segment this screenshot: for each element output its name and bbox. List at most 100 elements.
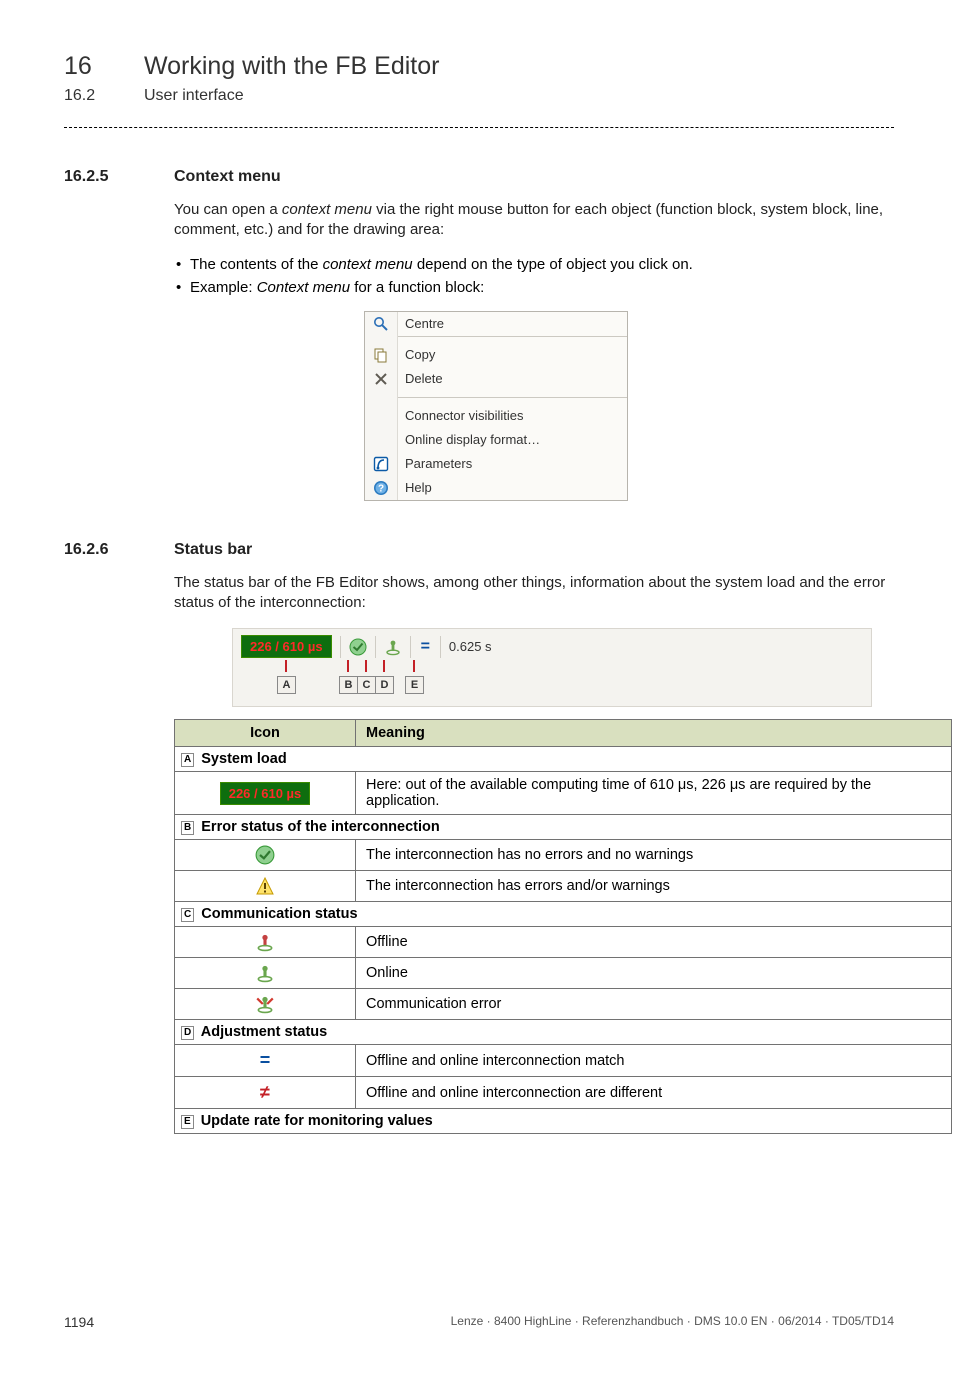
copy-icon xyxy=(365,347,397,363)
cell-notequals-icon: ≠ xyxy=(175,1077,356,1109)
delete-icon xyxy=(365,372,397,386)
section-title: User interface xyxy=(144,87,244,105)
text: The contents of the xyxy=(190,256,323,273)
label-A: A xyxy=(277,676,296,694)
context-menu-item-centre[interactable]: Centre xyxy=(365,312,627,336)
cell-load-meaning: Here: out of the available computing tim… xyxy=(356,772,952,815)
context-menu-label: Centre xyxy=(397,316,444,331)
page-footer: 1194 Lenze · 8400 HighLine · Referenzhan… xyxy=(64,1314,894,1330)
label-C: C xyxy=(357,676,376,694)
label-D: D xyxy=(375,676,394,694)
chapter-number: 16 xyxy=(64,52,106,81)
text: You can open a xyxy=(174,201,282,218)
section-heading: 16.2 User interface xyxy=(64,87,894,105)
group-key: D xyxy=(181,1026,194,1040)
group-comm-status: C Communication status xyxy=(175,902,952,927)
context-menu-item-delete[interactable]: Delete xyxy=(365,367,627,391)
footer-right: Lenze · 8400 HighLine · Referenzhandbuch… xyxy=(451,1314,894,1330)
text: depend on the type of object you click o… xyxy=(413,256,693,273)
separator xyxy=(410,636,411,658)
subsection-heading-status-bar: 16.2.6 Status bar xyxy=(64,541,894,559)
subsection-number: 16.2.5 xyxy=(64,168,136,186)
group-error-status: B Error status of the interconnection xyxy=(175,815,952,840)
context-menu-label: Delete xyxy=(397,371,443,386)
cell-equals-meaning: Offline and online interconnection match xyxy=(356,1045,952,1077)
subsection-title: Status bar xyxy=(174,541,252,559)
status-bar-intro: The status bar of the FB Editor shows, a… xyxy=(174,573,894,614)
context-menu-item-help[interactable]: ? Help xyxy=(365,476,627,500)
separator xyxy=(340,636,341,658)
text: for a function block: xyxy=(350,279,484,296)
text-em: context menu xyxy=(282,201,372,218)
th-meaning: Meaning xyxy=(356,720,952,747)
cell-notequals-meaning: Offline and online interconnection are d… xyxy=(356,1077,952,1109)
group-label: System load xyxy=(201,751,286,767)
context-menu-mock: Centre Copy Delete Connector visibilitie… xyxy=(364,311,628,501)
chapter-heading: 16 Working with the FB Editor xyxy=(64,52,894,81)
text: Example: xyxy=(190,279,257,296)
load-badge: 226 / 610 µs xyxy=(241,635,332,658)
separator xyxy=(440,636,441,658)
cell-offline-icon xyxy=(175,927,356,958)
group-system-load: A System load xyxy=(175,747,952,772)
page-number: 1194 xyxy=(64,1314,94,1330)
context-menu-label: Help xyxy=(397,480,432,495)
cell-ok-meaning: The interconnection has no errors and no… xyxy=(356,840,952,871)
divider xyxy=(64,127,894,128)
equals-icon: = xyxy=(419,638,432,656)
context-menu-label: Copy xyxy=(397,347,435,362)
context-menu-label: Online display format… xyxy=(397,432,540,447)
label-B: B xyxy=(339,676,358,694)
context-menu-item-odfmt[interactable]: Online display format… xyxy=(365,428,627,452)
cell-equals-icon: = xyxy=(175,1045,356,1077)
context-menu-item-copy[interactable]: Copy xyxy=(365,343,627,367)
status-label-row: A B C D E xyxy=(241,660,863,694)
subsection-title: Context menu xyxy=(174,168,281,186)
text-em: Context menu xyxy=(257,279,350,296)
text-em: context menu xyxy=(323,256,413,273)
group-adj-status: D Adjustment status xyxy=(175,1020,952,1045)
bullet-item: Example: Context menu for a function blo… xyxy=(174,279,894,296)
group-key: E xyxy=(181,1115,194,1129)
load-badge: 226 / 610 µs xyxy=(220,782,311,805)
status-icons-table: Icon Meaning A System load 226 / 610 µs … xyxy=(174,719,952,1134)
group-update-rate: E Update rate for monitoring values xyxy=(175,1109,952,1134)
group-label: Update rate for monitoring values xyxy=(201,1113,433,1129)
separator xyxy=(375,636,376,658)
online-icon xyxy=(384,638,402,656)
help-icon: ? xyxy=(365,480,397,496)
cell-online-icon xyxy=(175,958,356,989)
cell-warning-meaning: The interconnection has errors and/or wa… xyxy=(356,871,952,902)
cell-load-badge: 226 / 610 µs xyxy=(175,772,356,815)
cell-ok-icon xyxy=(175,840,356,871)
status-bar-mock: 226 / 610 µs = 0.625 s A B C D xyxy=(232,628,872,707)
context-menu-label: Parameters xyxy=(397,456,472,471)
magnifier-icon xyxy=(365,316,397,332)
context-menu-intro: You can open a context menu via the righ… xyxy=(174,200,894,241)
context-menu-label: Connector visibilities xyxy=(397,408,524,423)
subsection-number: 16.2.6 xyxy=(64,541,136,559)
cell-online-meaning: Online xyxy=(356,958,952,989)
cell-offline-meaning: Offline xyxy=(356,927,952,958)
cell-commerr-icon xyxy=(175,989,356,1020)
group-key: A xyxy=(181,753,194,767)
group-label: Adjustment status xyxy=(201,1024,328,1040)
bullet-item: The contents of the context menu depend … xyxy=(174,256,894,273)
group-key: C xyxy=(181,908,194,922)
cell-warning-icon xyxy=(175,871,356,902)
label-E: E xyxy=(405,676,424,694)
context-menu-item-connvis[interactable]: Connector visibilities xyxy=(365,404,627,428)
cell-commerr-meaning: Communication error xyxy=(356,989,952,1020)
context-menu-bullets: The contents of the context menu depend … xyxy=(174,256,894,296)
group-label: Error status of the interconnection xyxy=(201,819,439,835)
th-icon: Icon xyxy=(175,720,356,747)
context-menu-item-params[interactable]: Parameters xyxy=(365,452,627,476)
svg-text:?: ? xyxy=(378,483,384,494)
subsection-heading-context-menu: 16.2.5 Context menu xyxy=(64,168,894,186)
ok-icon xyxy=(349,638,367,656)
parameters-icon xyxy=(365,456,397,472)
group-label: Communication status xyxy=(201,906,357,922)
chapter-title: Working with the FB Editor xyxy=(144,52,439,81)
update-rate-value: 0.625 s xyxy=(449,639,492,654)
section-number: 16.2 xyxy=(64,87,106,105)
